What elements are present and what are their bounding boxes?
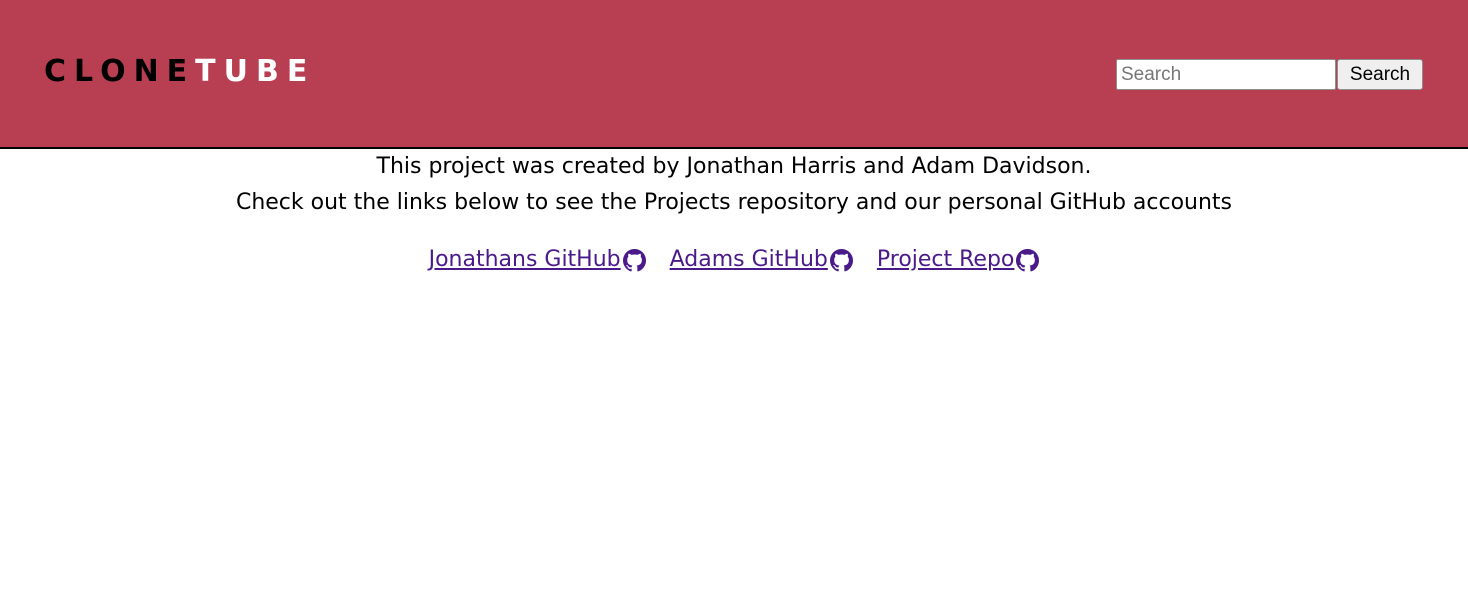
- site-logo[interactable]: CLONETUBE: [44, 52, 315, 92]
- logo-text-tube: TUBE: [195, 54, 316, 89]
- link-label: Project Repo: [876, 247, 1015, 272]
- github-icon: [1016, 248, 1040, 272]
- site-header: CLONETUBE Search: [0, 0, 1468, 149]
- link-label: Adams GitHub: [669, 247, 828, 272]
- search-input[interactable]: [1116, 59, 1336, 90]
- credit-text: This project was created by Jonathan Har…: [376, 154, 1092, 179]
- logo-text-clone: CLONE: [44, 54, 196, 89]
- link-label: Jonathans GitHub: [428, 247, 621, 272]
- adams-github-link[interactable]: Adams GitHub: [670, 245, 853, 275]
- search-form: Search: [1116, 59, 1423, 90]
- links-intro-text: Check out the links below to see the Pro…: [235, 190, 1233, 215]
- about-section: This project was created by Jonathan Har…: [0, 149, 1468, 275]
- github-icon: [622, 248, 646, 272]
- project-repo-link[interactable]: Project Repo: [877, 245, 1040, 275]
- search-button[interactable]: Search: [1337, 59, 1423, 90]
- github-icon: [829, 248, 853, 272]
- github-links: Jonathans GitHub Adams GitHub Project Re…: [0, 245, 1468, 275]
- jonathans-github-link[interactable]: Jonathans GitHub: [429, 245, 646, 275]
